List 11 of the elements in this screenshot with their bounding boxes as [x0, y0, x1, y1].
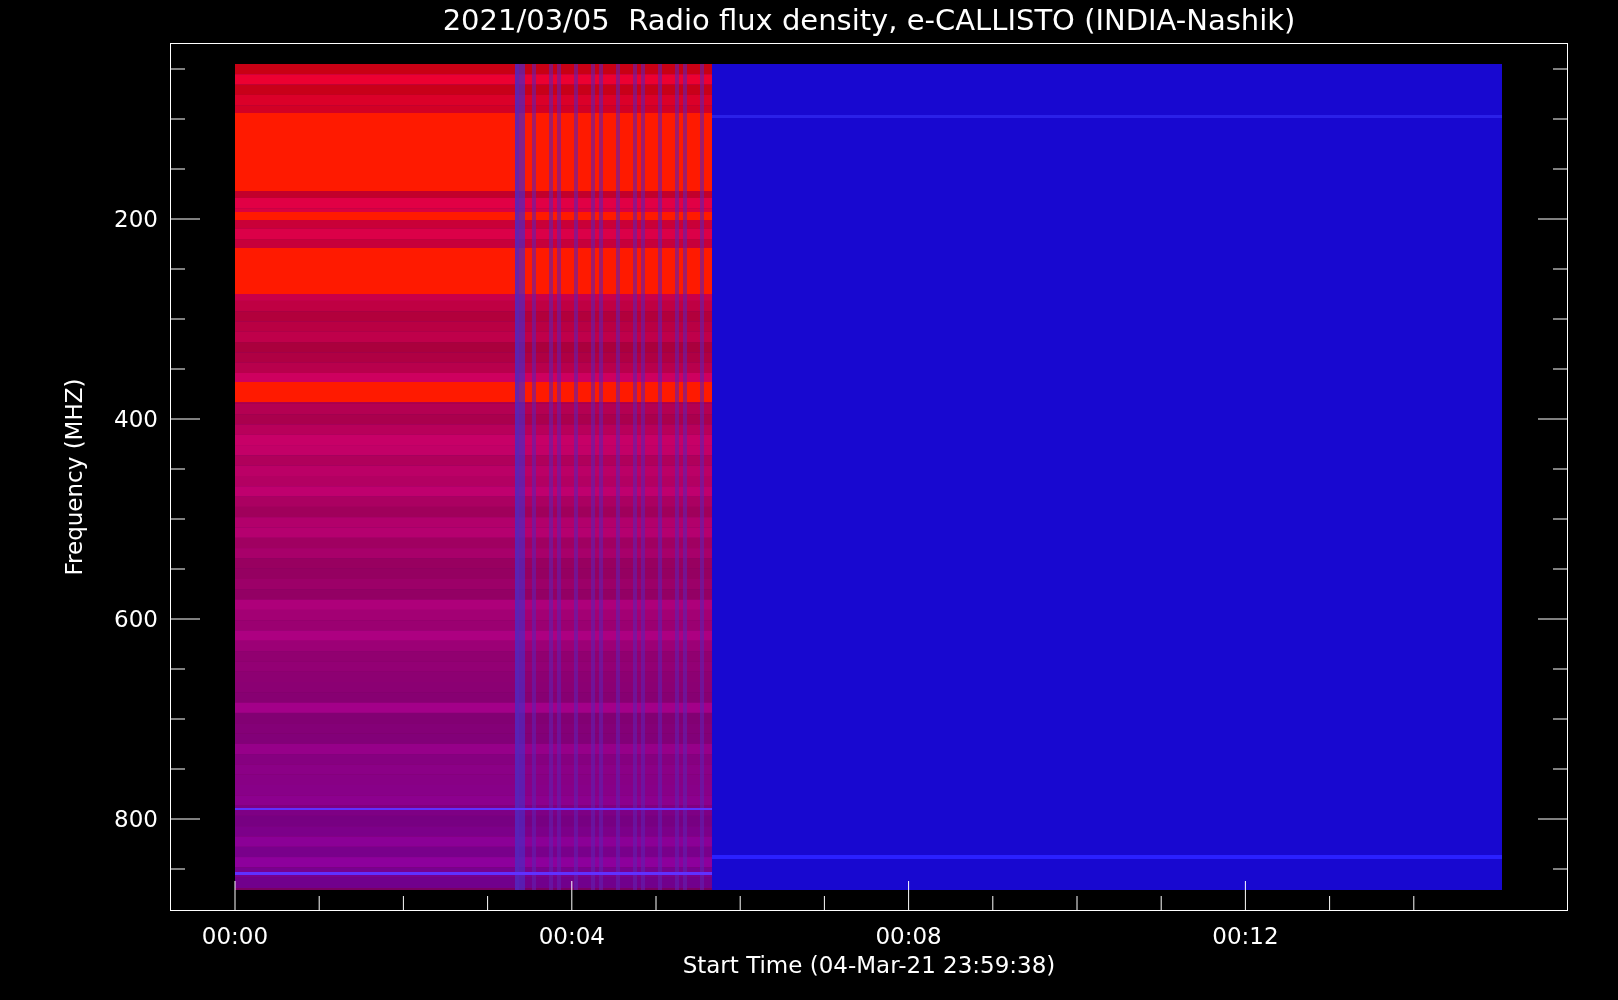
- y-tick-label: 800: [114, 806, 158, 832]
- x-axis-label: Start Time (04-Mar-21 23:59:38): [682, 952, 1056, 978]
- y-tick-label: 200: [114, 206, 158, 232]
- x-tick-label: 00:12: [1212, 923, 1279, 949]
- y-axis-label: Frequency (MHZ): [61, 378, 87, 576]
- chart-title: 2021/03/05 Radio flux density, e-CALLISTO (INDIA-Nashik): [442, 3, 1296, 37]
- x-tick-label: 00:04: [538, 923, 605, 949]
- x-tick-label: 00:08: [875, 923, 942, 949]
- x-tick-label: 00:00: [201, 923, 269, 949]
- y-tick-label: 400: [114, 406, 158, 432]
- y-tick-label: 600: [114, 606, 158, 632]
